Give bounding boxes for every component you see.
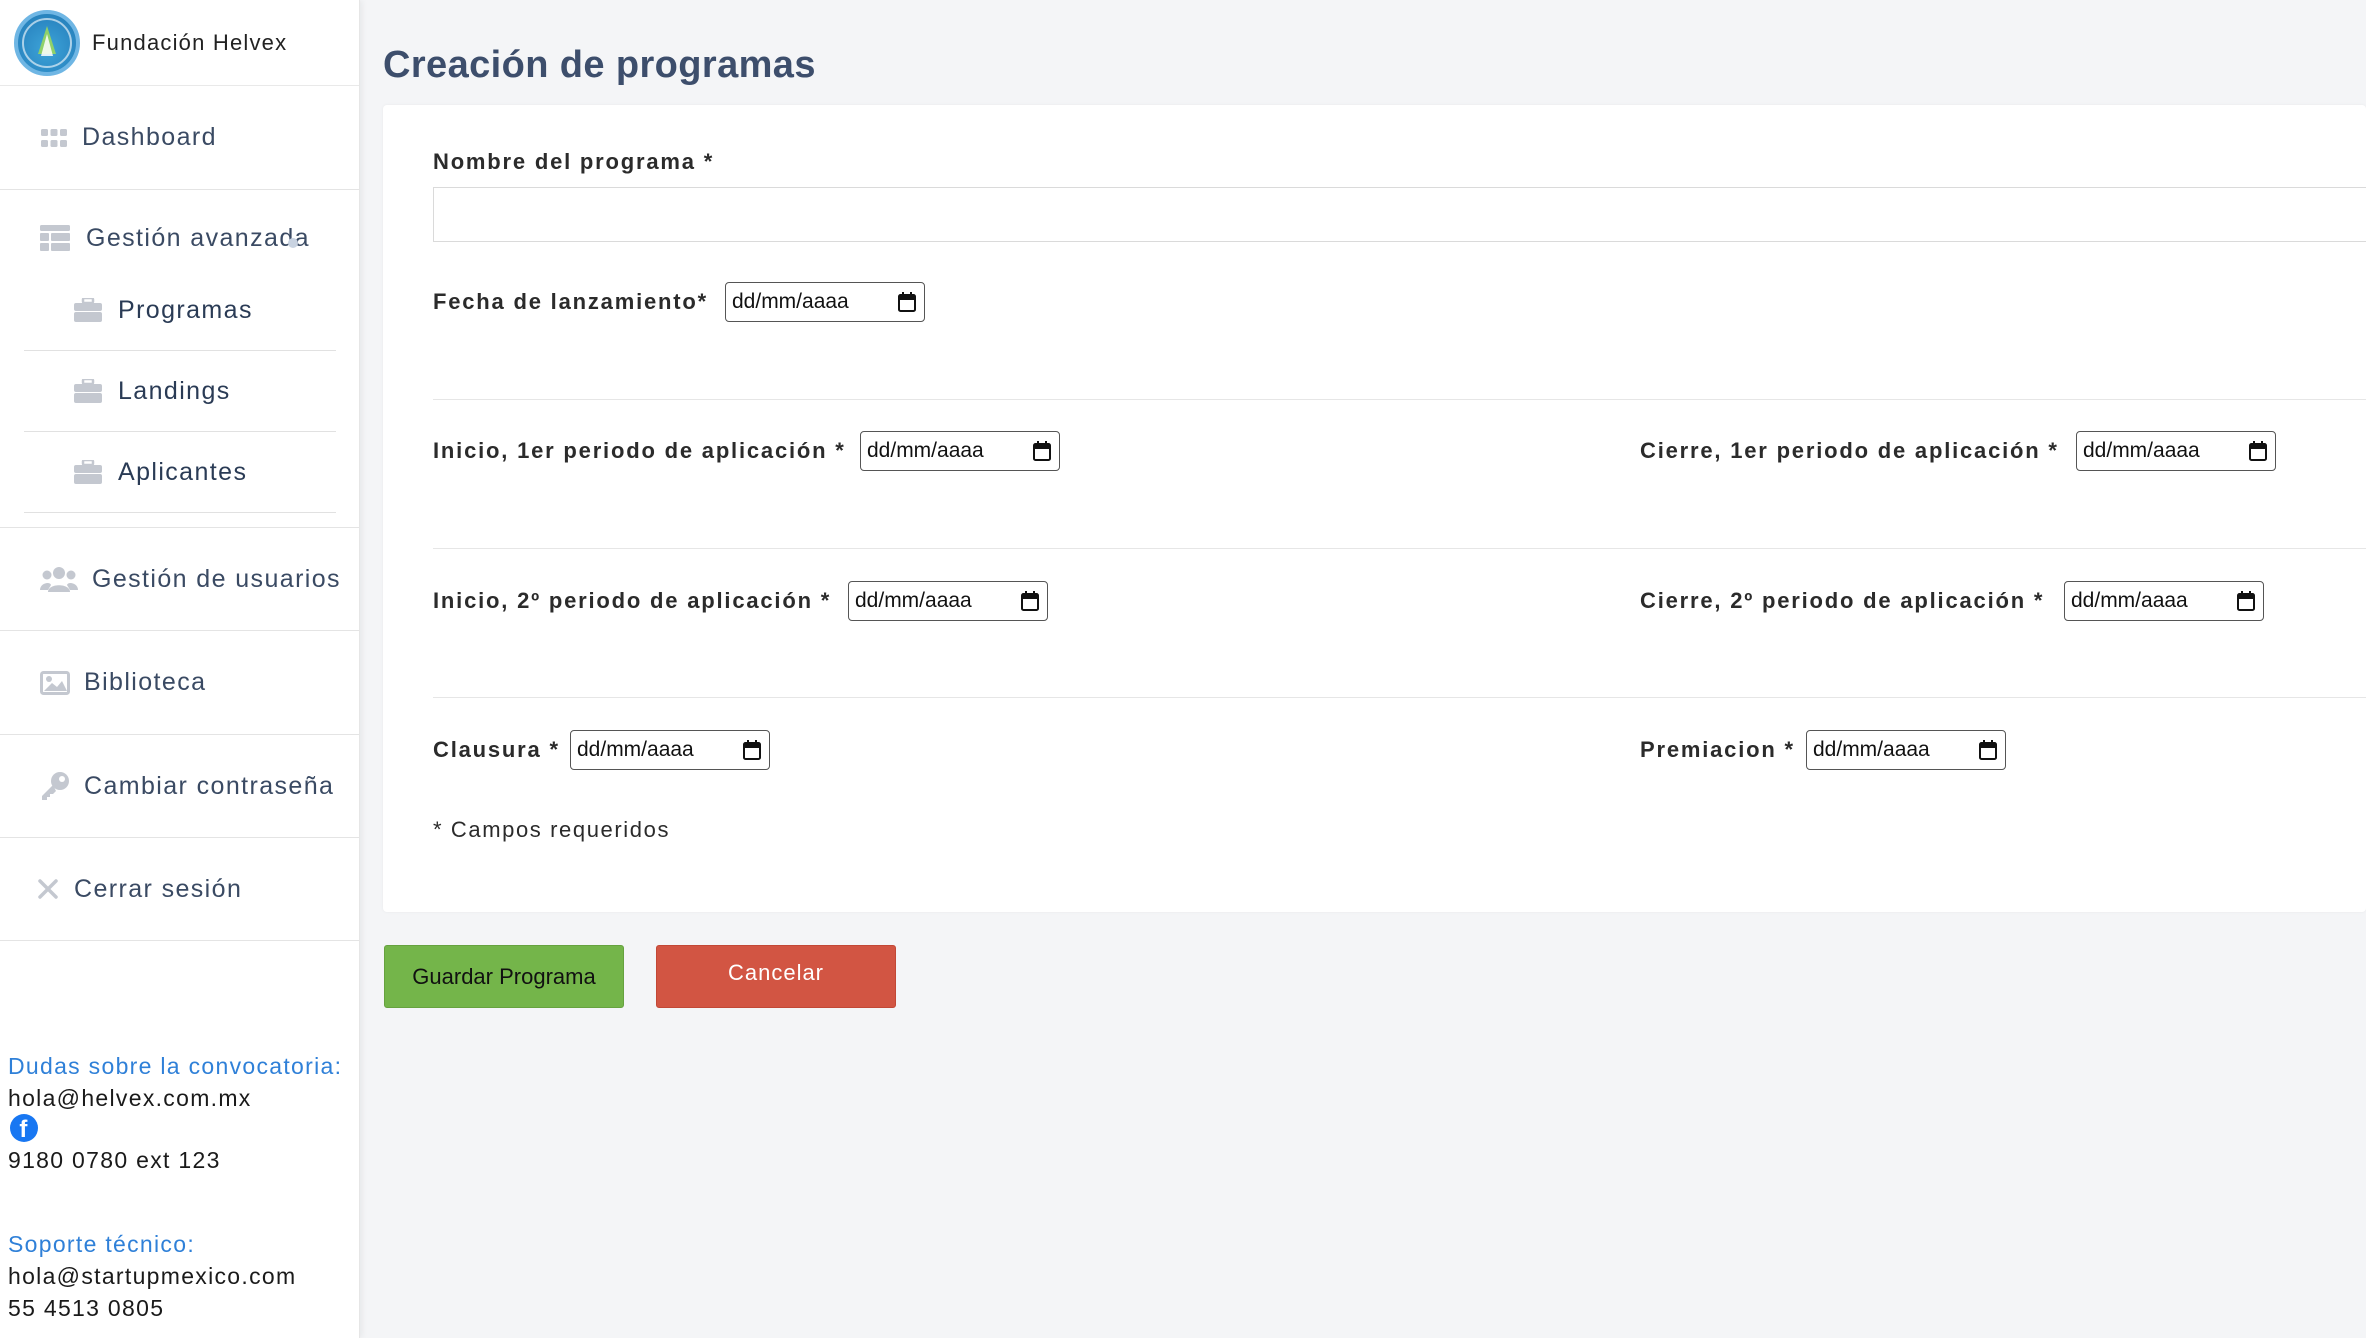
award-date-input[interactable]: dd/mm/aaaa: [1806, 730, 2006, 770]
briefcase-icon: [74, 379, 104, 403]
form-divider: [433, 399, 2366, 400]
program-form-card: Nombre del programa * Fecha de lanzamien…: [383, 105, 2366, 912]
close-period1-label: Cierre, 1er periodo de aplicación *: [1640, 438, 2059, 463]
questions-email[interactable]: hola@helvex.com.mx: [8, 1082, 342, 1114]
sidebar-item-label: Landings: [118, 376, 231, 405]
start-period1-input[interactable]: dd/mm/aaaa: [860, 431, 1060, 471]
nav-logout-label: Cerrar sesión: [74, 874, 243, 903]
program-name-label: Nombre del programa *: [433, 149, 715, 174]
start-period1-label: Inicio, 1er periodo de aplicación *: [433, 438, 846, 463]
date-placeholder: dd/mm/aaaa: [1813, 738, 1930, 761]
questions-label: Dudas sobre la convocatoria:: [8, 1053, 343, 1079]
nav-library-label: Biblioteca: [84, 668, 207, 696]
close-period2-input[interactable]: dd/mm/aaaa: [2064, 581, 2264, 621]
calendar-icon[interactable]: [898, 292, 916, 312]
nav-change-password[interactable]: Cambiar contraseña: [0, 735, 359, 838]
launch-date-label: Fecha de lanzamiento*: [433, 289, 708, 314]
launch-date-input[interactable]: dd/mm/aaaa: [725, 282, 925, 322]
grid-icon: [40, 128, 68, 147]
nav-advanced-label: Gestión avanzada: [86, 223, 310, 252]
brand-header[interactable]: Fundación Helvex: [0, 0, 359, 86]
table-icon: [40, 225, 72, 251]
nav-dashboard-label: Dashboard: [82, 123, 217, 151]
form-divider: [433, 697, 2366, 698]
sidebar-item-label: Aplicantes: [118, 457, 248, 486]
calendar-icon[interactable]: [2237, 591, 2255, 611]
facebook-icon[interactable]: f: [10, 1114, 38, 1142]
nav-group-advanced: Gestión avanzada Programas Landings Apli…: [0, 190, 359, 528]
sidebar: Fundación Helvex Dashboard Gestión avanz…: [0, 0, 360, 1338]
save-program-button[interactable]: Guardar Programa: [384, 945, 624, 1008]
support-label: Soporte técnico:: [8, 1231, 196, 1257]
nav-users[interactable]: Gestión de usuarios: [0, 528, 359, 631]
date-placeholder: dd/mm/aaaa: [577, 738, 694, 761]
briefcase-icon: [74, 460, 104, 484]
nav-logout[interactable]: Cerrar sesión: [0, 838, 359, 941]
expand-indicator-icon: [288, 238, 298, 248]
sidebar-item-label: Programas: [118, 295, 253, 324]
form-divider: [433, 548, 2366, 549]
advanced-submenu: Programas Landings Aplicantes: [0, 270, 359, 527]
start-period2-input[interactable]: dd/mm/aaaa: [848, 581, 1048, 621]
contact-questions: Dudas sobre la convocatoria: hola@helvex…: [8, 1050, 342, 1176]
calendar-icon[interactable]: [1979, 740, 1997, 760]
foundation-logo: [14, 9, 80, 76]
key-icon: [40, 771, 70, 801]
contact-support: Soporte técnico: hola@startupmexico.com …: [8, 1228, 296, 1324]
date-placeholder: dd/mm/aaaa: [867, 439, 984, 462]
closure-label: Clausura *: [433, 737, 560, 762]
calendar-icon[interactable]: [2249, 441, 2267, 461]
date-placeholder: dd/mm/aaaa: [732, 290, 849, 313]
sidebar-item-landings[interactable]: Landings: [24, 351, 336, 432]
image-icon: [40, 670, 70, 695]
support-phone: 55 4513 0805: [8, 1295, 165, 1321]
support-email[interactable]: hola@startupmexico.com: [8, 1260, 296, 1292]
briefcase-icon: [74, 298, 104, 322]
cancel-button[interactable]: Cancelar: [656, 945, 896, 1008]
calendar-icon[interactable]: [1033, 441, 1051, 461]
nav-advanced[interactable]: Gestión avanzada: [0, 190, 359, 286]
brand-name: Fundación Helvex: [92, 29, 288, 55]
date-placeholder: dd/mm/aaaa: [855, 589, 972, 612]
users-icon: [40, 566, 78, 592]
award-label: Premiacion *: [1640, 737, 1795, 762]
nav-library[interactable]: Biblioteca: [0, 631, 359, 735]
closure-date-input[interactable]: dd/mm/aaaa: [570, 730, 770, 770]
calendar-icon[interactable]: [1021, 591, 1039, 611]
date-placeholder: dd/mm/aaaa: [2083, 439, 2200, 462]
nav-dashboard[interactable]: Dashboard: [0, 86, 359, 190]
nav-change-password-label: Cambiar contraseña: [84, 771, 335, 800]
date-placeholder: dd/mm/aaaa: [2071, 589, 2188, 612]
nav-users-label: Gestión de usuarios: [92, 564, 341, 593]
sidebar-item-aplicantes[interactable]: Aplicantes: [24, 432, 336, 513]
calendar-icon[interactable]: [743, 740, 761, 760]
contact-phone: 9180 0780 ext 123: [8, 1147, 221, 1173]
required-fields-note: * Campos requeridos: [433, 817, 671, 842]
close-period1-input[interactable]: dd/mm/aaaa: [2076, 431, 2276, 471]
start-period2-label: Inicio, 2º periodo de aplicación *: [433, 588, 832, 613]
close-icon: [36, 878, 60, 900]
close-period2-label: Cierre, 2º periodo de aplicación *: [1640, 588, 2045, 613]
page-title: Creación de programas: [383, 44, 816, 86]
program-name-input[interactable]: [433, 187, 2366, 242]
